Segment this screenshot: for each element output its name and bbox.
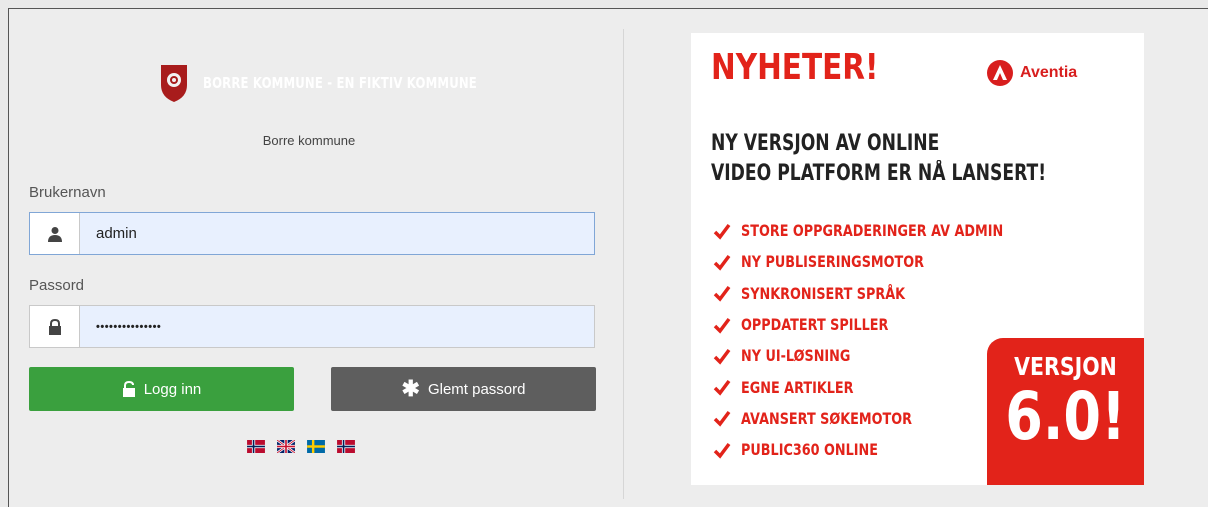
forgot-password-label: Glemt passord <box>427 380 526 398</box>
uk-flag-icon[interactable] <box>277 440 295 453</box>
check-icon <box>713 317 731 334</box>
norway-flag-icon[interactable] <box>337 440 355 453</box>
language-selector <box>247 440 355 453</box>
check-icon <box>713 442 731 459</box>
feature-text: SYNKRONISERT SPRÅK <box>741 283 906 303</box>
version-badge: VERSJON 6.0! <box>987 338 1144 485</box>
version-number: 6.0! <box>1005 378 1126 455</box>
asterisk-icon: ✱ <box>401 376 420 401</box>
password-label: Passord <box>29 277 85 294</box>
municipality-crest-icon <box>161 65 187 102</box>
unlock-icon <box>122 381 135 397</box>
username-field[interactable]: admin <box>29 212 595 255</box>
ad-subtitle-line1: NY VERSJON AV ONLINE <box>711 131 940 156</box>
feature-text: OPPDATERT SPILLER <box>741 315 889 335</box>
check-icon <box>713 286 731 302</box>
brand-name: Aventia <box>1020 64 1078 81</box>
list-item: OPPDATERT SPILLER <box>713 309 1069 340</box>
list-item: SYNKRONISERT SPRÅK <box>713 278 1069 309</box>
ad-subtitle-line2: VIDEO PLATFORM ER NÅ LANSERT! <box>711 161 1047 186</box>
password-field[interactable]: ••••••••••••••• <box>29 305 595 348</box>
browser-viewport: BORRE KOMMUNE - EN FIKTIV KOMMUNE Borre … <box>8 8 1208 507</box>
feature-text: NY UI-LØSNING <box>741 346 851 366</box>
password-input[interactable]: ••••••••••••••• <box>80 306 594 347</box>
list-item: STORE OPPGRADERINGER AV ADMIN <box>713 215 1069 246</box>
check-icon <box>713 411 731 428</box>
forgot-password-button[interactable]: ✱ Glemt passord <box>331 367 596 411</box>
organization-name: Borre kommune <box>262 133 356 148</box>
aventia-logo-icon <box>987 60 1013 86</box>
version-badge-label: VERSJON <box>1014 352 1117 381</box>
site-header: BORRE KOMMUNE - EN FIKTIV KOMMUNE <box>159 63 554 103</box>
check-icon <box>713 380 731 396</box>
feature-text: PUBLIC360 ONLINE <box>741 440 878 460</box>
check-icon <box>713 223 731 240</box>
sweden-flag-icon[interactable] <box>307 440 325 453</box>
panel-divider <box>623 29 624 499</box>
news-advertisement: NYHETER! Aventia NY VERSJON AV ONLINE VI… <box>691 33 1144 485</box>
check-icon <box>713 254 731 271</box>
list-item: NY PUBLISERINGSMOTOR <box>713 246 1069 277</box>
user-icon <box>30 213 80 254</box>
site-name: BORRE KOMMUNE - EN FIKTIV KOMMUNE <box>203 74 477 92</box>
username-label: Brukernavn <box>29 184 106 201</box>
username-input[interactable]: admin <box>80 213 594 254</box>
login-button[interactable]: Logg inn <box>29 367 294 411</box>
feature-text: STORE OPPGRADERINGER AV ADMIN <box>741 221 1004 241</box>
login-button-label: Logg inn <box>143 380 202 398</box>
feature-text: EGNE ARTIKLER <box>741 377 854 397</box>
feature-text: AVANSERT SØKEMOTOR <box>741 408 912 428</box>
check-icon <box>713 348 731 365</box>
lock-icon <box>30 306 80 347</box>
ad-headline: NYHETER! <box>711 47 879 88</box>
feature-text: NY PUBLISERINGSMOTOR <box>741 252 924 272</box>
norway-flag-icon[interactable] <box>247 440 265 453</box>
brand-logo: Aventia <box>986 59 1077 87</box>
